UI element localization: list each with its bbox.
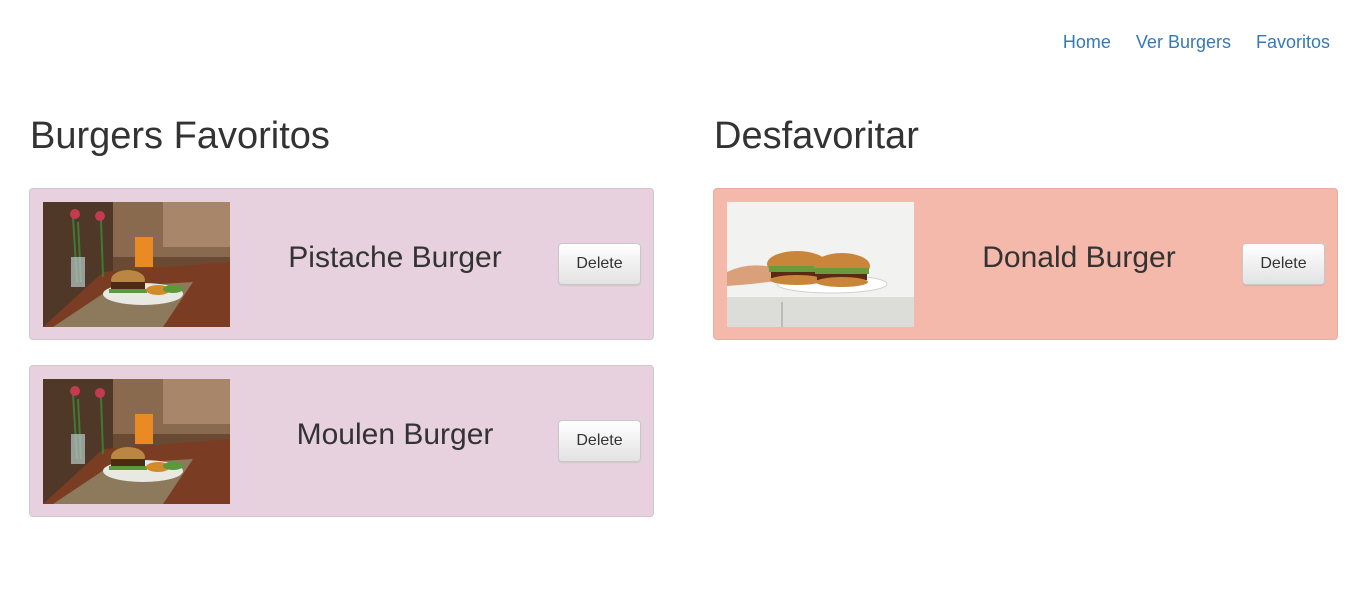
burger-name: Donald Burger bbox=[982, 241, 1176, 274]
burger-photo bbox=[43, 379, 230, 504]
burger-photo bbox=[43, 202, 230, 327]
top-nav: Home Ver Burgers Favoritos bbox=[1063, 30, 1330, 54]
burger-name: Pistache Burger bbox=[288, 241, 502, 274]
burger-name: Moulen Burger bbox=[296, 418, 494, 451]
favorites-column: Burgers Favoritos Pistache Burger Delete… bbox=[29, 110, 654, 542]
delete-button[interactable]: Delete bbox=[558, 420, 641, 462]
favorites-title: Burgers Favoritos bbox=[30, 115, 330, 157]
favorite-burger-card: Moulen Burger Delete bbox=[29, 365, 654, 517]
nav-ver-burgers-link[interactable]: Ver Burgers bbox=[1136, 30, 1231, 54]
nav-favoritos-link[interactable]: Favoritos bbox=[1256, 30, 1330, 54]
nav-home-link[interactable]: Home bbox=[1063, 30, 1111, 54]
delete-button[interactable]: Delete bbox=[558, 243, 641, 285]
unfavorite-title: Desfavoritar bbox=[714, 115, 919, 157]
burger-photo bbox=[727, 202, 914, 327]
unfavorite-column: Desfavoritar Donald Burger Delete bbox=[713, 110, 1338, 365]
delete-button[interactable]: Delete bbox=[1242, 243, 1325, 285]
favorite-burger-card: Pistache Burger Delete bbox=[29, 188, 654, 340]
unfavorite-burger-card: Donald Burger Delete bbox=[713, 188, 1338, 340]
